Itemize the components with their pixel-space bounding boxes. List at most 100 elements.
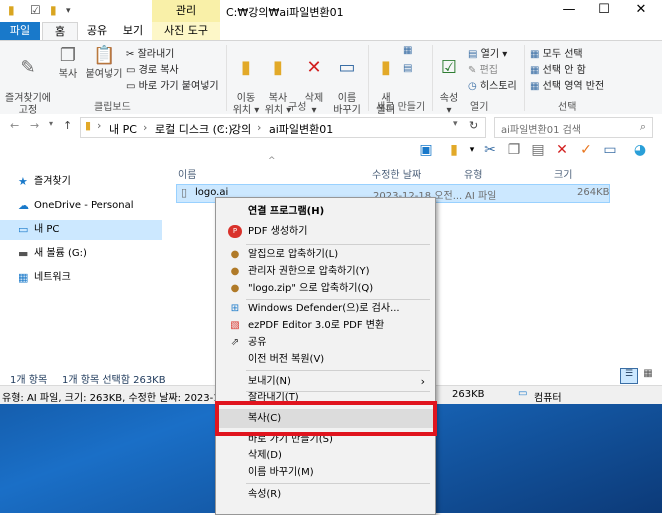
menu-item-create-pdf[interactable]: P PDF 생성하기 xyxy=(218,222,433,241)
cut-icon[interactable]: ✂ xyxy=(480,140,500,160)
path-icon: ▭ xyxy=(126,65,136,76)
maximize-button[interactable]: ☐ xyxy=(589,2,619,20)
paste-shortcut-button[interactable]: ▭ 바로 가기 붙여넣기 xyxy=(126,77,219,92)
tab-view[interactable]: 보기 xyxy=(116,22,150,40)
pin-quick-access-label: 즐겨찾기에 고정 xyxy=(5,93,51,116)
copy-button[interactable]: ❐ 복사 xyxy=(54,45,82,81)
menu-item-send-to[interactable]: 보내기(N) › xyxy=(218,372,433,391)
rename-icon: ▭ xyxy=(338,57,356,78)
shell-icon[interactable]: ◕ xyxy=(630,140,650,160)
breadcrumb-current-folder[interactable]: ai파일변환01 xyxy=(269,121,333,137)
address-dropdown-icon[interactable]: ▾ xyxy=(453,119,458,129)
easy-access-icon[interactable]: ▤ xyxy=(403,63,412,74)
forward-icon[interactable]: → xyxy=(30,119,39,132)
edit-icon: ✎ xyxy=(468,65,477,76)
sort-indicator-icon: ^ xyxy=(268,156,276,166)
tab-file[interactable]: 파일 xyxy=(0,22,40,40)
folder-icon: ▮ xyxy=(85,119,92,132)
copy-icon[interactable]: ❐ xyxy=(504,140,524,160)
preview-pane-icon[interactable]: ▣ xyxy=(416,140,436,160)
manage-context-tab[interactable]: 관리 xyxy=(152,0,220,22)
invert-selection-button[interactable]: ▦ 선택 영역 반전 xyxy=(530,77,604,92)
copy-path-button[interactable]: ▭ 경로 복사 xyxy=(126,61,179,76)
new-folder-quick-icon[interactable]: ▮ xyxy=(50,3,57,19)
copy-folder-icon: ▮ xyxy=(273,57,283,78)
back-icon[interactable]: ← xyxy=(10,119,19,132)
select-none-icon: ▦ xyxy=(530,65,540,76)
menu-item-label: 속성(R) xyxy=(248,489,282,500)
dropdown-icon[interactable]: ▾ xyxy=(462,140,482,160)
column-header-type[interactable]: 유형 xyxy=(464,166,482,181)
address-bar[interactable]: ▮ › 내 PC › 로컬 디스크 (C:) › 강의 › ai파일변환01 ▾… xyxy=(80,117,486,138)
rename-button[interactable]: ▭ 이름 바꾸기 xyxy=(332,45,362,117)
open-icon: ▤ xyxy=(468,49,478,60)
menu-item-rename[interactable]: 이름 바꾸기(M) xyxy=(218,463,433,482)
shortcut-icon: ▭ xyxy=(126,81,136,92)
select-all-label: 모두 선택 xyxy=(542,49,583,60)
search-box[interactable]: ai파일변환01 검색 ⌕ xyxy=(494,117,653,138)
minimize-button[interactable]: — xyxy=(554,2,584,20)
up-icon[interactable]: ↑ xyxy=(63,119,72,132)
customize-quick-access-icon[interactable]: ▾ xyxy=(66,6,71,22)
history-button[interactable]: ◷ 히스토리 xyxy=(468,77,517,92)
menu-item-label: 연결 프로그램(H) xyxy=(248,206,325,217)
address-bar-row: ← → ▾ ↑ ▮ › 내 PC › 로컬 디스크 (C:) › 강의 › ai… xyxy=(0,114,662,140)
computer-icon: ▭ xyxy=(18,223,29,236)
menu-item-restore-versions[interactable]: 이전 버전 복원(V) xyxy=(218,350,433,369)
cut-button[interactable]: ✂ 잘라내기 xyxy=(126,45,174,60)
window-title: C:₩강의₩ai파일변환01 xyxy=(226,6,344,19)
ribbon-separator xyxy=(432,45,433,111)
close-button[interactable]: ✕ xyxy=(626,2,656,20)
menu-item-open-with[interactable]: 연결 프로그램(H) xyxy=(218,202,433,221)
menu-item-label: "logo.zip" 으로 압축하기(Q) xyxy=(248,283,374,294)
check-icon[interactable]: ✓ xyxy=(576,140,596,160)
nav-item-onedrive[interactable]: ☁ OneDrive - Personal xyxy=(0,196,162,216)
rename-label: 이름 바꾸기 xyxy=(333,93,361,116)
pin-icon: ✎ xyxy=(20,57,36,78)
details-view-icon[interactable]: ☰ xyxy=(620,368,638,384)
column-header-date[interactable]: 수정한 날짜 xyxy=(372,166,421,181)
refresh-icon[interactable]: ↻ xyxy=(469,119,478,132)
move-folder-icon: ▮ xyxy=(241,57,251,78)
menu-item-properties[interactable]: 속성(R) xyxy=(218,485,433,504)
delete-icon[interactable]: ✕ xyxy=(552,140,572,160)
nav-item-network[interactable]: ▦ 네트워크 xyxy=(0,268,162,288)
pin-quick-access-button[interactable]: ✎ 즐겨찾기에 고정 xyxy=(4,45,52,117)
select-all-button[interactable]: ▦ 모두 선택 xyxy=(530,45,583,60)
column-header-size[interactable]: 크기 xyxy=(554,166,572,181)
cut-label: 잘라내기 xyxy=(137,49,175,60)
new-item-icon[interactable]: ▦ xyxy=(403,45,412,56)
nav-item-quick-access[interactable]: ★ 즐겨찾기 xyxy=(0,172,162,192)
paste-icon[interactable]: ▤ xyxy=(528,140,548,160)
nav-item-label: OneDrive - Personal xyxy=(34,200,134,211)
column-header-name[interactable]: 이름 xyxy=(178,166,196,181)
tab-share[interactable]: 공유 xyxy=(80,22,114,40)
file-icon: ▯ xyxy=(181,186,188,199)
context-menu: 연결 프로그램(H) P PDF 생성하기 ● 알집으로 압축하기(L) ● 관리자 … xyxy=(215,197,436,515)
nav-item-this-pc[interactable]: ▭ 내 PC xyxy=(0,220,162,240)
breadcrumb-this-pc[interactable]: 내 PC xyxy=(109,121,137,137)
tab-home[interactable]: 홈 xyxy=(42,22,78,41)
ribbon: ✎ 즐겨찾기에 고정 ❐ 복사 📋 붙여넣기 ✂ 잘라내기 ▭ 경로 복사 ▭ … xyxy=(0,40,662,116)
properties-button[interactable]: ☑ 속성 ▾ xyxy=(436,45,462,117)
open-button[interactable]: ▤ 열기 ▾ xyxy=(468,45,507,60)
group-new: 새로 만들기 xyxy=(376,102,426,113)
properties-quick-icon[interactable]: ☑ xyxy=(30,3,41,19)
edit-button[interactable]: ✎ 편집 xyxy=(468,61,498,76)
folder-options-icon[interactable]: ▮ xyxy=(444,140,464,160)
tab-picture-tools[interactable]: 사진 도구 xyxy=(152,22,220,40)
search-placeholder: ai파일변환01 검색 xyxy=(501,125,582,136)
invert-selection-label: 선택 영역 반전 xyxy=(542,81,605,92)
select-none-button[interactable]: ▦ 선택 안 함 xyxy=(530,61,586,76)
move-to-button[interactable]: ▮ 이동 위치 ▾ xyxy=(232,45,260,117)
rename-icon[interactable]: ▭ xyxy=(600,140,620,160)
menu-item-zip-compress[interactable]: ● "logo.zip" 으로 압축하기(Q) xyxy=(218,279,433,298)
large-icons-view-icon[interactable]: ▦ xyxy=(640,368,656,382)
breadcrumb-lecture[interactable]: 강의 xyxy=(231,121,251,137)
chevron-right-icon: › xyxy=(97,119,102,132)
copy-icon: ❐ xyxy=(59,45,77,66)
paste-button[interactable]: 📋 붙여넣기 xyxy=(84,45,124,81)
nav-item-volume-g[interactable]: ▬ 새 볼륨 (G:) xyxy=(0,244,162,264)
recent-dropdown-icon[interactable]: ▾ xyxy=(49,119,53,128)
move-to-label: 이동 위치 ▾ xyxy=(232,93,260,116)
